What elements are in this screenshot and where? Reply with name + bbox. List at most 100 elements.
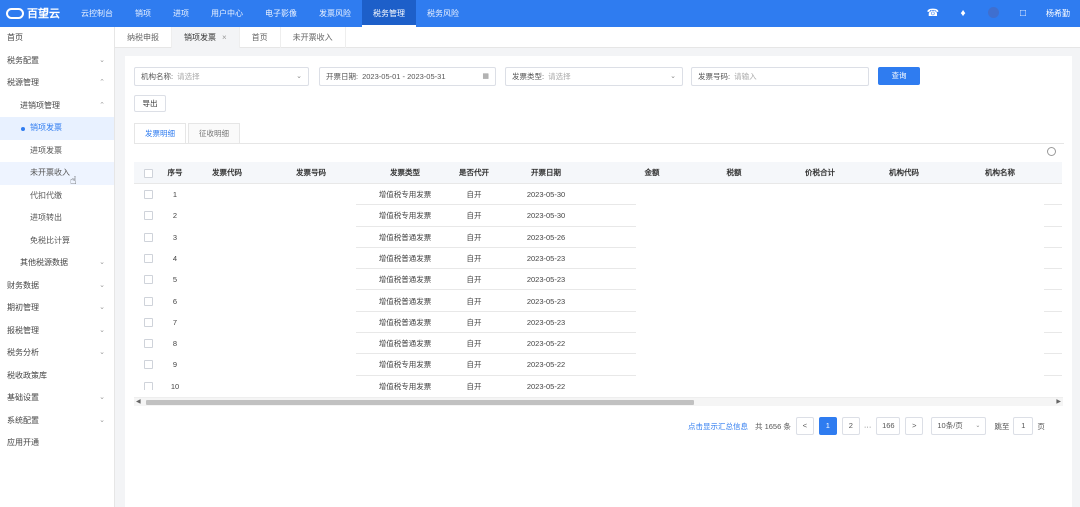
table-row[interactable]: 7 增值税普通发票 自开 2023-05-23 [134, 312, 1062, 334]
page-tab[interactable]: 首页 [240, 27, 281, 48]
scroll-right-icon[interactable]: ▶ [1056, 398, 1061, 407]
topnav-item[interactable]: 销项 [124, 0, 162, 27]
user-name[interactable]: 杨希勤 [1046, 8, 1070, 19]
row-checkbox[interactable] [144, 211, 153, 221]
topnav-item[interactable]: 进项 [162, 0, 200, 27]
table-cell: 1 [172, 190, 178, 199]
row-checkbox[interactable] [144, 381, 153, 390]
scrollbar-thumb[interactable] [146, 400, 694, 405]
page-tab[interactable]: 销项发票 × [172, 27, 240, 48]
select-all-checkbox[interactable] [144, 169, 153, 178]
table-cell [622, 312, 682, 333]
row-checkbox[interactable] [144, 253, 153, 263]
row-checkbox[interactable] [144, 275, 153, 285]
next-page-button[interactable]: > [905, 417, 924, 435]
jump-input[interactable]: 1 [1013, 417, 1034, 435]
column-header[interactable]: 金额 [622, 162, 682, 184]
table-row[interactable]: 10 增值税专用发票 自开 2023-05-22 [134, 376, 1062, 390]
sidebar-item[interactable]: 系统配置 ⌄ [0, 410, 114, 433]
table-row[interactable]: 5 增值税普通发票 自开 2023-05-23 [134, 269, 1062, 291]
column-header[interactable]: 税额 [704, 162, 764, 184]
prev-page-button[interactable]: < [795, 417, 814, 435]
sidebar-item[interactable]: 免税比计算 [0, 230, 114, 253]
column-settings-icon[interactable] [1047, 147, 1056, 156]
horizontal-scrollbar[interactable]: ◀ ▶ [134, 397, 1063, 406]
sidebar-item[interactable]: 进项转出 [0, 207, 114, 230]
bell-icon[interactable]: ♦ [956, 7, 970, 21]
column-header[interactable]: 机构名称 [960, 162, 1040, 184]
chevron-down-icon: ⌄ [99, 56, 105, 64]
sidebar-item[interactable]: 应用开通 [0, 432, 114, 455]
sidebar-item[interactable]: 首页 [0, 27, 114, 50]
row-checkbox[interactable] [144, 232, 153, 242]
scroll-left-icon[interactable]: ◀ [136, 398, 141, 407]
table-cell [960, 205, 1040, 226]
close-icon[interactable]: × [222, 33, 227, 42]
sidebar-item[interactable]: 报税管理 ⌄ [0, 320, 114, 343]
table-row[interactable]: 6 增值税普通发票 自开 2023-05-23 [134, 291, 1062, 312]
sidebar-item[interactable]: 财务数据 ⌄ [0, 275, 114, 298]
export-button[interactable]: 导出 [134, 95, 166, 112]
sidebar-item[interactable]: 税收政策库 [0, 365, 114, 388]
summary-link[interactable]: 点击显示汇总信息 [688, 421, 748, 432]
table-row[interactable]: 4 增值税普通发票 自开 2023-05-23 [134, 248, 1062, 270]
row-checkbox[interactable] [144, 296, 153, 306]
row-checkbox[interactable] [144, 190, 153, 199]
table-row[interactable]: 1 增值税专用发票 自开 2023-05-30 [134, 184, 1062, 206]
help-icon[interactable]: □ [1016, 7, 1030, 21]
topnav-item[interactable]: 税务风险 [416, 0, 470, 27]
page-ellipsis[interactable]: ··· [864, 422, 872, 431]
table-row[interactable]: 9 增值税专用发票 自开 2023-05-22 [134, 354, 1062, 376]
column-header[interactable]: 序号 [166, 162, 184, 184]
main-content: 机构名称: 请选择 ⌄ 开票日期: 2023-05-01 - 2023-05-31 … [125, 56, 1072, 507]
invoice-number-input[interactable]: 发票号码: 请输入 [691, 67, 869, 86]
sidebar-item[interactable]: 代扣代缴 [0, 185, 114, 208]
detail-tab[interactable]: 征收明细 [188, 123, 240, 143]
table-cell [282, 354, 340, 375]
date-range-picker[interactable]: 开票日期: 2023-05-01 - 2023-05-31 ▦ [319, 67, 496, 86]
column-header[interactable]: 发票号码 [282, 162, 340, 184]
sidebar-item[interactable]: 其他税源数据 ⌄ [0, 252, 114, 275]
topnav-item[interactable]: 云控制台 [70, 0, 124, 27]
sidebar-item[interactable]: 进销项管理 ⌃ [0, 95, 114, 118]
row-checkbox[interactable] [144, 339, 153, 349]
column-header[interactable]: 发票代码 [198, 162, 256, 184]
sidebar-item[interactable]: 进项发票 [0, 140, 114, 163]
table-cell: 2 [172, 211, 178, 221]
page-button-1[interactable]: 1 [818, 417, 837, 435]
table-cell: 7 [172, 317, 178, 327]
column-header[interactable]: 是否代开 [452, 162, 496, 184]
topnav-item[interactable]: 税务管理 [362, 0, 416, 27]
table-row[interactable]: 2 增值税专用发票 自开 2023-05-30 [134, 205, 1062, 227]
topnav-item[interactable]: 电子影像 [254, 0, 308, 27]
topnav-item[interactable]: 发票风险 [308, 0, 362, 27]
circle-icon[interactable] [986, 6, 1000, 21]
page-button-2[interactable]: 2 [841, 417, 860, 435]
page-size-select[interactable]: 10条/页 ⌄ [931, 417, 987, 435]
detail-tab[interactable]: 发票明细 [134, 123, 186, 143]
sidebar-item[interactable]: 税源管理 ⌃ [0, 72, 114, 95]
sidebar-item[interactable]: 期初管理 ⌄ [0, 297, 114, 320]
column-header[interactable]: 开票日期 [506, 162, 586, 184]
app-logo[interactable]: 百望云 [6, 5, 60, 21]
table-row[interactable]: 3 增值税普通发票 自开 2023-05-26 [134, 227, 1062, 248]
sidebar-item[interactable]: 基础设置 ⌄ [0, 387, 114, 410]
page-tab[interactable]: 未开票收入 [281, 27, 346, 48]
table-row[interactable]: 8 增值税普通发票 自开 2023-05-22 [134, 333, 1062, 355]
column-header[interactable]: 价税合计 [790, 162, 850, 184]
topnav-item[interactable]: 用户中心 [200, 0, 254, 27]
invoice-type-select[interactable]: 发票类型: 请选择 ⌄ [505, 67, 683, 86]
query-button[interactable]: 查询 [878, 67, 920, 85]
org-select[interactable]: 机构名称: 请选择 ⌄ [134, 67, 309, 86]
sidebar-item[interactable]: 税务配置 ⌄ [0, 50, 114, 73]
column-header[interactable]: 机构代码 [874, 162, 934, 184]
page-tab[interactable]: 纳税申报 [115, 27, 172, 48]
row-checkbox[interactable] [144, 360, 153, 370]
row-checkbox[interactable] [144, 317, 153, 327]
headset-icon[interactable]: ☎ [926, 7, 940, 21]
page-button-last[interactable]: 166 [876, 417, 901, 435]
sidebar-item[interactable]: 税务分析 ⌄ [0, 342, 114, 365]
column-header[interactable]: 发票类型 [360, 162, 450, 184]
sidebar-item[interactable]: 未开票收入 [0, 162, 114, 185]
sidebar-item[interactable]: 销项发票 [0, 117, 114, 140]
